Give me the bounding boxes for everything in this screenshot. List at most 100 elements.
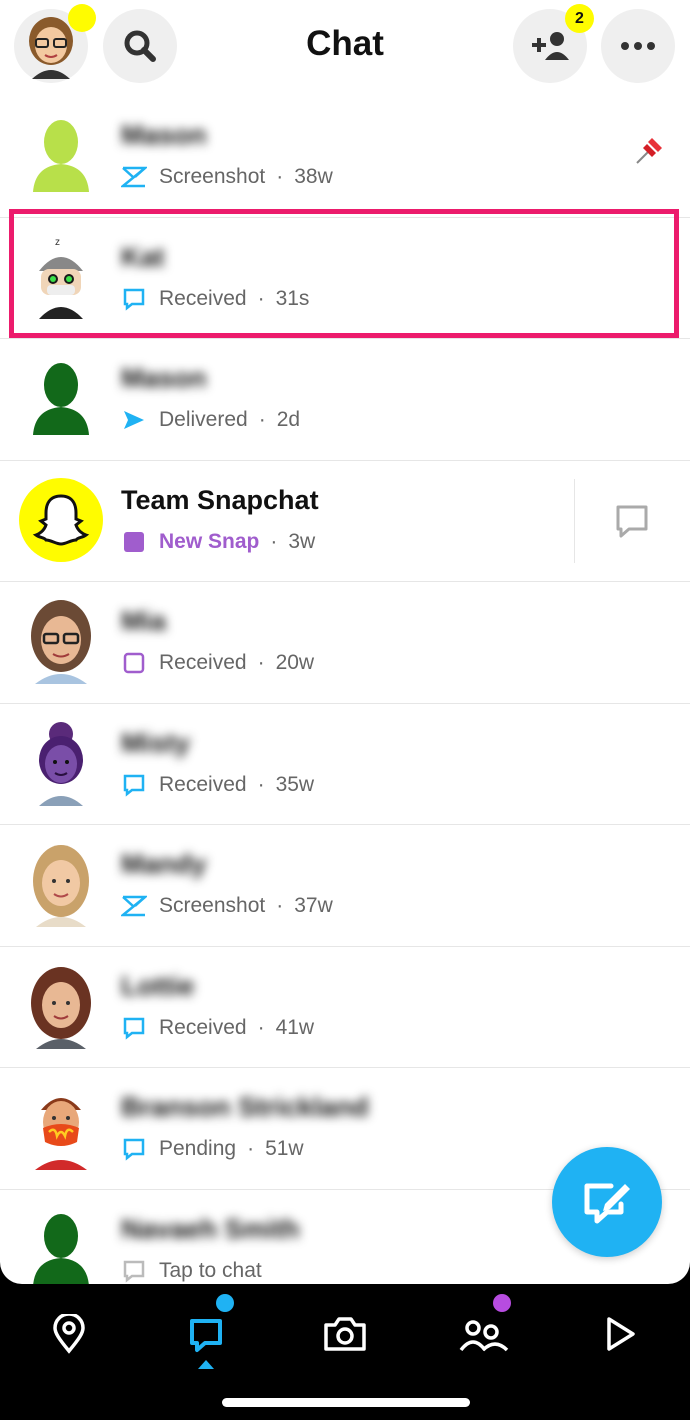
chat-received-icon bbox=[121, 1015, 147, 1041]
bitmoji-glasses-icon bbox=[31, 600, 91, 684]
chat-notification-dot bbox=[216, 1294, 234, 1312]
avatar bbox=[18, 963, 104, 1049]
silhouette-icon bbox=[33, 363, 89, 435]
camera-icon bbox=[324, 1317, 366, 1351]
chat-status: Received · 20w bbox=[121, 650, 314, 676]
tap-to-chat-icon bbox=[121, 1258, 147, 1284]
highlight-box bbox=[9, 209, 679, 338]
chat-status: New Snap · 3w bbox=[121, 529, 315, 555]
contact-name: Team Snapchat bbox=[121, 484, 319, 515]
status-text: Pending bbox=[159, 1137, 237, 1160]
status-time: 3w bbox=[288, 529, 316, 553]
chat-row[interactable]: Mason Delivered · 2d bbox=[0, 339, 690, 461]
quick-chat-icon[interactable] bbox=[614, 503, 650, 546]
chat-row[interactable]: Mandy Screenshot · 37w bbox=[0, 825, 690, 947]
active-tab-indicator bbox=[198, 1360, 214, 1369]
avatar bbox=[18, 355, 104, 441]
nav-spotlight[interactable] bbox=[590, 1304, 650, 1364]
add-friend-icon bbox=[532, 32, 569, 60]
chat-status: Received · 41w bbox=[121, 1015, 314, 1041]
avatar bbox=[18, 598, 104, 684]
contact-name: Mason bbox=[121, 120, 207, 150]
status-text: Tap to chat bbox=[159, 1258, 262, 1282]
chat-icon bbox=[190, 1319, 222, 1352]
friends-notification-dot bbox=[493, 1294, 511, 1312]
contact-name: Mia bbox=[121, 606, 167, 636]
contact-name: Mandy bbox=[121, 849, 207, 879]
nav-chat[interactable] bbox=[177, 1304, 237, 1364]
separator: · bbox=[257, 772, 265, 796]
status-time: 2d bbox=[276, 408, 301, 431]
contact-name: Misty bbox=[121, 727, 191, 758]
nav-friends[interactable] bbox=[453, 1304, 513, 1364]
nav-camera[interactable] bbox=[315, 1304, 375, 1364]
chat-row[interactable]: Misty Received · 35w bbox=[0, 704, 690, 825]
screenshot-icon bbox=[121, 893, 147, 919]
chat-row[interactable]: Mia Received · 20w bbox=[0, 582, 690, 704]
sent-arrow-icon bbox=[121, 407, 147, 433]
bitmoji-brunette-icon bbox=[31, 966, 91, 1049]
friend-request-badge: 2 bbox=[565, 4, 594, 33]
bitmoji-purple-icon bbox=[39, 721, 83, 806]
status-text: Screenshot bbox=[159, 894, 266, 917]
silhouette-icon bbox=[33, 120, 89, 192]
chat-status: Received · 35w bbox=[121, 772, 314, 798]
separator: · bbox=[270, 529, 278, 553]
chat-status: Tap to chat bbox=[121, 1258, 262, 1284]
separator: · bbox=[257, 1015, 265, 1039]
status-text: Screenshot bbox=[159, 165, 266, 188]
status-time: 20w bbox=[275, 651, 315, 674]
avatar bbox=[18, 841, 104, 927]
avatar bbox=[18, 1206, 104, 1284]
separator: · bbox=[247, 1137, 255, 1160]
separator: · bbox=[257, 651, 265, 674]
chat-status: Delivered · 2d bbox=[121, 407, 300, 433]
silhouette-icon bbox=[33, 1213, 89, 1284]
bitmoji-flame-icon bbox=[35, 1098, 87, 1170]
chat-row[interactable]: Team Snapchat New Snap · 3w bbox=[0, 461, 690, 582]
status-time: 41w bbox=[275, 1015, 315, 1039]
avatar bbox=[18, 477, 104, 563]
contact-name: Mason bbox=[121, 363, 207, 393]
contact-name: Branson Strickland bbox=[121, 1092, 369, 1122]
nav-map[interactable] bbox=[39, 1304, 99, 1364]
new-chat-button[interactable] bbox=[552, 1147, 662, 1257]
screenshot-icon bbox=[121, 164, 147, 190]
status-text: New Snap bbox=[159, 529, 260, 553]
compose-chat-icon bbox=[584, 1183, 630, 1224]
snap-received-icon bbox=[121, 650, 147, 676]
bitmoji-blonde-icon bbox=[33, 845, 89, 927]
new-snap-icon bbox=[121, 529, 147, 555]
avatar bbox=[18, 112, 104, 198]
chat-row[interactable]: Mason Screenshot · 38w bbox=[0, 96, 690, 218]
map-icon bbox=[53, 1314, 85, 1354]
divider bbox=[574, 478, 575, 563]
header: Chat 2 bbox=[0, 0, 690, 96]
pin-icon bbox=[634, 132, 668, 171]
avatar bbox=[18, 1084, 104, 1170]
chat-pending-icon bbox=[121, 1136, 147, 1162]
separator: · bbox=[258, 408, 266, 431]
chat-screen: Chat 2 Mason Screenshot · 38w z Kat Rece… bbox=[0, 0, 690, 1284]
status-time: 35w bbox=[275, 772, 315, 796]
chat-status: Pending · 51w bbox=[121, 1136, 304, 1162]
separator: · bbox=[276, 165, 284, 188]
spotlight-icon bbox=[607, 1317, 635, 1351]
status-time: 38w bbox=[294, 165, 333, 188]
separator: · bbox=[276, 894, 284, 917]
status-text: Received bbox=[159, 772, 247, 796]
avatar bbox=[18, 720, 104, 806]
chat-received-icon bbox=[121, 772, 147, 798]
snapchat-ghost-icon bbox=[19, 477, 103, 562]
more-options-button[interactable] bbox=[601, 9, 675, 83]
more-dots-icon bbox=[621, 42, 655, 50]
chat-status: Screenshot · 38w bbox=[121, 164, 333, 190]
contact-name: Lottie bbox=[121, 970, 195, 1001]
contact-name: Navaeh Smith bbox=[121, 1213, 300, 1244]
chat-status: Screenshot · 37w bbox=[121, 893, 333, 919]
friends-icon bbox=[459, 1320, 509, 1352]
status-text: Delivered bbox=[159, 408, 248, 431]
chat-row[interactable]: Lottie Received · 41w bbox=[0, 947, 690, 1068]
status-text: Received bbox=[159, 1015, 247, 1039]
status-text: Received bbox=[159, 651, 247, 674]
